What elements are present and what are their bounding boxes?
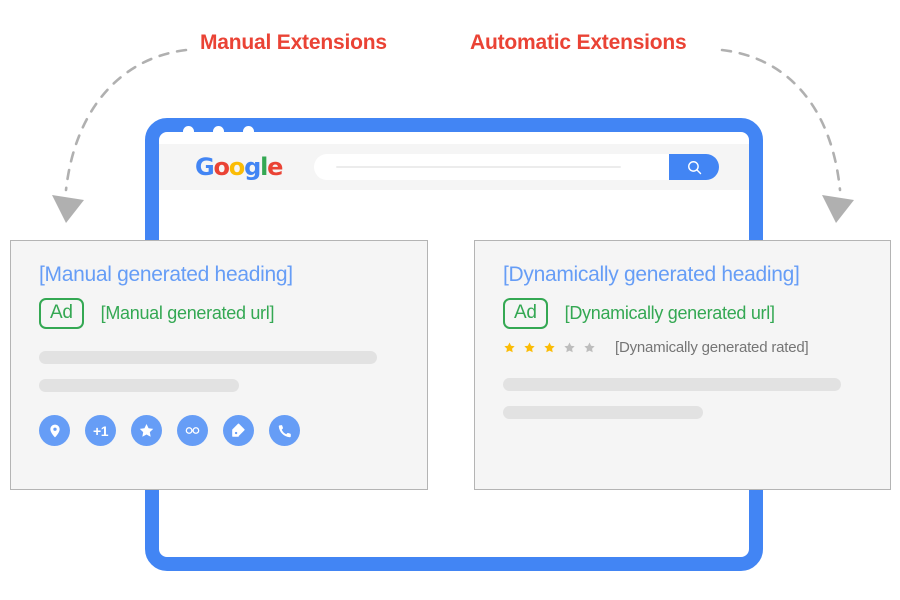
automatic-ad-rating-row: [Dynamically generated rated] — [503, 339, 872, 356]
automatic-ad-url-row: Ad [Dynamically generated url] — [503, 298, 872, 330]
star-icon — [139, 424, 154, 437]
window-dot-2[interactable] — [213, 125, 224, 137]
price-tag-icon — [232, 423, 245, 437]
location-pin-icon — [49, 424, 60, 438]
location-pin-icon-chip[interactable] — [39, 415, 70, 447]
rating-star-2 — [523, 341, 536, 354]
google-logo: Google — [195, 153, 283, 181]
browser-toolbar: Google — [159, 144, 749, 190]
automatic-ad-url[interactable]: [Dynamically generated url] — [565, 303, 775, 324]
manual-description-line-2 — [39, 379, 239, 393]
sitelink-icon-chip[interactable] — [177, 415, 208, 447]
illustration-canvas: Manual Extensions Automatic Extensions G… — [0, 0, 900, 600]
manual-ad-card-content: [Manual generated heading] Ad [Manual ge… — [39, 263, 409, 447]
automatic-ad-badge: Ad — [503, 298, 548, 330]
plus-one-icon-chip[interactable]: +1 — [85, 415, 116, 447]
manual-ad-description — [39, 351, 409, 393]
star-icon-chip[interactable] — [131, 415, 162, 447]
search-icon — [687, 160, 701, 174]
search-button[interactable] — [669, 154, 720, 180]
automatic-description-line-1 — [503, 378, 841, 392]
rating-star-5 — [583, 341, 596, 354]
plus-one-icon: +1 — [93, 422, 108, 439]
manual-ad-card: [Manual generated heading] Ad [Manual ge… — [10, 240, 428, 490]
automatic-description-line-2 — [503, 406, 703, 420]
manual-ad-badge: Ad — [39, 298, 84, 330]
sitelink-icon — [185, 427, 200, 435]
manual-extension-chips: +1 — [39, 415, 409, 447]
manual-arrow-head — [52, 195, 84, 223]
manual-ad-url[interactable]: [Manual generated url] — [101, 303, 275, 324]
search-input[interactable] — [336, 166, 622, 168]
rating-star-3 — [543, 341, 556, 354]
manual-description-line-1 — [39, 351, 377, 365]
price-tag-icon-chip[interactable] — [223, 415, 254, 447]
rating-star-4 — [563, 341, 576, 354]
automatic-ad-card-content: [Dynamically generated heading] Ad [Dyna… — [503, 263, 872, 420]
automatic-ad-description — [503, 378, 872, 420]
window-dot-1[interactable] — [183, 125, 194, 137]
manual-extensions-label: Manual Extensions — [200, 31, 387, 54]
automatic-extensions-label: Automatic Extensions — [470, 31, 687, 54]
automatic-ad-heading[interactable]: [Dynamically generated heading] — [503, 263, 872, 287]
phone-icon — [278, 424, 291, 437]
automatic-arrow-head — [822, 195, 854, 223]
search-bar[interactable] — [314, 154, 720, 180]
automatic-ad-rating-text: [Dynamically generated rated] — [615, 339, 809, 357]
manual-ad-heading[interactable]: [Manual generated heading] — [39, 263, 409, 287]
manual-ad-url-row: Ad [Manual generated url] — [39, 298, 409, 330]
browser-titlebar — [159, 118, 749, 144]
rating-star-1 — [503, 341, 516, 354]
phone-icon-chip[interactable] — [269, 415, 300, 447]
automatic-ad-card: [Dynamically generated heading] Ad [Dyna… — [474, 240, 891, 490]
window-dot-3[interactable] — [243, 125, 254, 137]
